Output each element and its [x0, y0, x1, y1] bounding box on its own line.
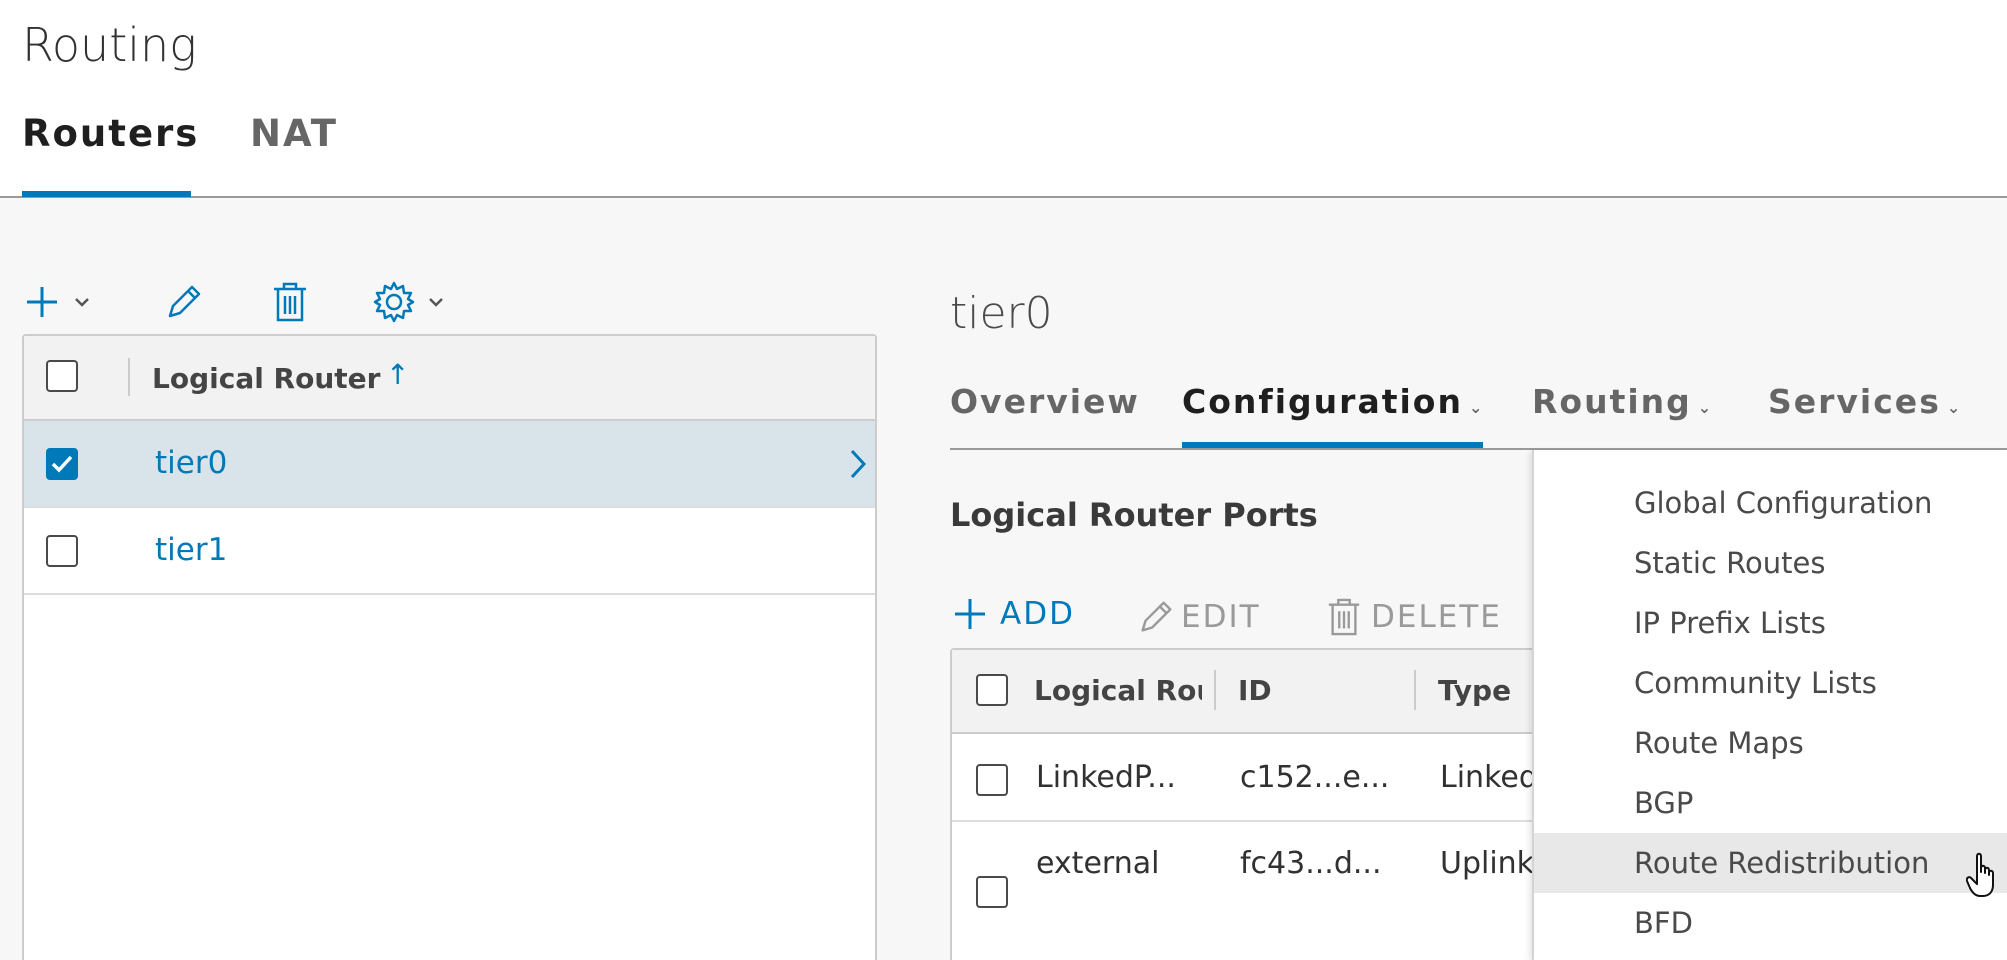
- row-checkbox[interactable]: [976, 764, 1008, 796]
- settings-button[interactable]: [372, 280, 446, 324]
- tab-label: Overview: [950, 382, 1140, 421]
- edit-label: EDIT: [1181, 599, 1261, 635]
- chevron-down-icon: [429, 298, 443, 307]
- id-column-header[interactable]: ID: [1238, 674, 1272, 707]
- routing-dropdown-menu: Global Configuration Static Routes IP Pr…: [1532, 450, 2007, 960]
- logical-router-grid: Logical Router ↑ tier0 tier1: [22, 334, 877, 960]
- port-type: Linked: [1440, 760, 1538, 795]
- select-all-checkbox[interactable]: [976, 674, 1008, 706]
- edit-port-button[interactable]: EDIT: [1135, 596, 1261, 638]
- tab-label: Services: [1768, 382, 1941, 421]
- active-subtab-indicator: [1182, 442, 1483, 448]
- tab-label: Routing: [1532, 382, 1692, 421]
- port-id: fc43...d...: [1240, 846, 1382, 881]
- checkmark-icon: [51, 455, 73, 473]
- table-row[interactable]: tier0: [24, 421, 875, 508]
- column-separator: [1414, 670, 1416, 710]
- trash-icon: [274, 282, 306, 322]
- add-router-button[interactable]: [24, 284, 92, 320]
- tab-routers[interactable]: Routers: [22, 112, 199, 155]
- menu-item-global-configuration[interactable]: Global Configuration: [1534, 473, 2007, 533]
- tab-overview[interactable]: Overview: [950, 382, 1140, 421]
- menu-item-route-maps[interactable]: Route Maps: [1534, 713, 2007, 773]
- port-name: LinkedP...: [1036, 760, 1176, 795]
- tab-configuration[interactable]: Configuration ⌄: [1182, 382, 1484, 421]
- hand-cursor-icon: [1966, 852, 1994, 897]
- tab-services[interactable]: Services ⌄: [1768, 382, 1962, 421]
- tab-routing[interactable]: Routing ⌄: [1532, 382, 1713, 421]
- menu-item-bfd[interactable]: BFD: [1534, 893, 2007, 953]
- table-row[interactable]: tier1: [24, 508, 875, 595]
- plus-icon: [955, 599, 985, 629]
- port-id: c152...e...: [1240, 760, 1390, 795]
- row-checkbox[interactable]: [976, 876, 1008, 908]
- column-separator: [128, 358, 130, 396]
- port-name: external: [1036, 846, 1160, 881]
- trash-icon: [1328, 598, 1360, 636]
- chevron-down-icon: ⌄: [1697, 398, 1714, 417]
- logical-router-column-header[interactable]: Logical Rout: [1034, 674, 1202, 707]
- delete-label: DELETE: [1371, 599, 1502, 635]
- chevron-down-icon: ⌄: [1946, 398, 1963, 417]
- logical-router-column-header[interactable]: Logical Router: [152, 362, 380, 395]
- top-header: Routing Routers NAT: [0, 0, 2007, 198]
- menu-item-static-routes[interactable]: Static Routes: [1534, 533, 2007, 593]
- section-title: Logical Router Ports: [950, 496, 1318, 534]
- type-column-header[interactable]: Type: [1438, 674, 1511, 707]
- router-link[interactable]: tier1: [155, 532, 227, 568]
- menu-item-route-redistribution[interactable]: Route Redistribution: [1534, 833, 2007, 893]
- grid-header: Logical Router ↑: [24, 336, 875, 421]
- chevron-down-icon: [75, 298, 89, 307]
- page-title: Routing: [22, 18, 197, 72]
- delete-port-button[interactable]: DELETE: [1325, 596, 1502, 638]
- router-link[interactable]: tier0: [155, 445, 227, 481]
- pencil-icon: [1141, 601, 1172, 632]
- menu-item-ip-prefix-lists[interactable]: IP Prefix Lists: [1534, 593, 2007, 653]
- edit-router-button[interactable]: [162, 280, 206, 324]
- menu-item-bgp[interactable]: BGP: [1534, 773, 2007, 833]
- detail-tabs: Overview Configuration ⌄ Routing ⌄ Service…: [950, 380, 2007, 450]
- sort-ascending-icon[interactable]: ↑: [386, 358, 409, 391]
- row-checkbox[interactable]: [46, 448, 78, 480]
- add-label: ADD: [1000, 596, 1075, 632]
- menu-item-community-lists[interactable]: Community Lists: [1534, 653, 2007, 713]
- active-tab-indicator: [22, 191, 191, 197]
- chevron-down-icon: ⌄: [1468, 398, 1485, 417]
- detail-title: tier0: [950, 288, 1053, 339]
- tab-label: Configuration: [1182, 382, 1463, 421]
- plus-icon: [27, 287, 57, 317]
- port-type: Uplink: [1440, 846, 1535, 881]
- select-all-checkbox[interactable]: [46, 360, 78, 392]
- column-separator: [1214, 670, 1216, 710]
- tab-nat[interactable]: NAT: [250, 112, 338, 155]
- gear-icon: [373, 281, 415, 323]
- add-port-button[interactable]: ADD: [952, 596, 1075, 632]
- pencil-icon: [168, 285, 201, 318]
- delete-router-button[interactable]: [270, 280, 310, 324]
- chevron-right-icon[interactable]: [847, 447, 869, 481]
- row-checkbox[interactable]: [46, 535, 78, 567]
